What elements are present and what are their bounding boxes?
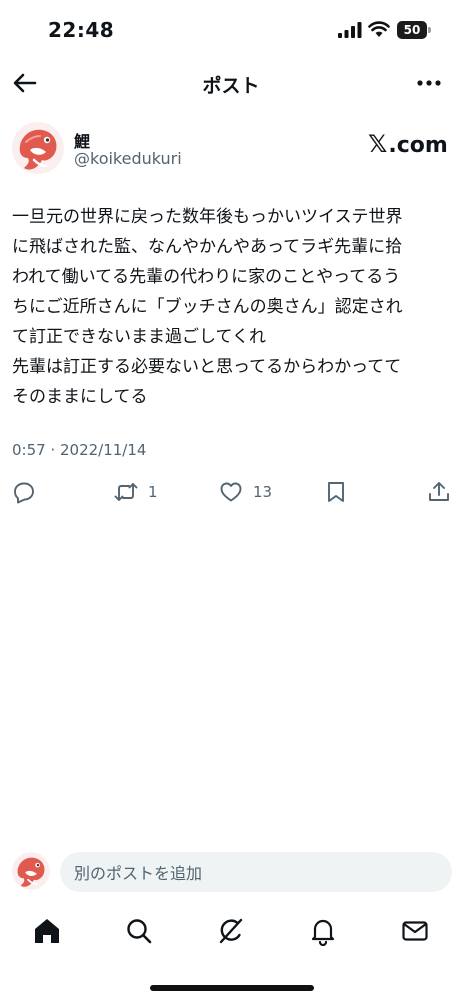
status-time: 22:48 [48, 18, 115, 42]
tab-notifications[interactable] [308, 916, 338, 947]
fish-avatar [12, 852, 50, 890]
home-icon [35, 919, 59, 943]
retweet-icon [114, 483, 138, 501]
like-button[interactable]: 13 [219, 478, 272, 506]
xcom-domain: .com [388, 133, 448, 158]
username[interactable]: @koikedukuri [74, 149, 182, 168]
more-horizontal-icon[interactable] [416, 72, 442, 94]
post-line: に飛ばされた監、なんやかんやあってラギ先輩に拾 [12, 237, 403, 257]
avatar [12, 852, 50, 890]
reply-input[interactable]: 別のポストを追加 [60, 852, 452, 892]
wifi-icon [368, 21, 390, 37]
battery-icon: 50 [397, 21, 431, 39]
home-indicator [150, 985, 314, 991]
share-icon [429, 482, 449, 501]
heart-icon [220, 482, 242, 502]
tab-messages[interactable] [400, 916, 430, 946]
reply-bar: 別のポストを追加 [0, 848, 462, 896]
action-bar: 1 13 [0, 478, 462, 508]
page-title: ポスト [202, 75, 260, 97]
post-text: 一旦元の世界に戻った数年後もっかいツイステ世界 に飛ばされた監、なんやかんやあっ… [12, 202, 452, 412]
reply-button[interactable] [12, 478, 36, 506]
bookmark-button[interactable] [324, 478, 348, 506]
tab-search[interactable] [124, 916, 154, 946]
nav-header: ポスト [0, 62, 462, 104]
messages-icon [402, 921, 428, 941]
avatar[interactable] [12, 122, 64, 174]
retweet-button[interactable]: 1 [114, 478, 158, 506]
notifications-icon [311, 919, 335, 947]
post-line: 一旦元の世界に戻った数年後もっかいツイステ世界 [12, 207, 403, 227]
signal-icon [338, 22, 362, 38]
post-line: 先輩は訂正する必要ないと思ってるからわかってて [12, 357, 402, 377]
x-logo-icon: 𝕏 [368, 130, 388, 158]
bookmark-icon [328, 482, 344, 502]
share-button[interactable] [427, 478, 451, 506]
xcom-watermark: 𝕏 .com [368, 130, 448, 158]
status-bar: 22:48 50 [0, 0, 462, 62]
tab-grok[interactable] [216, 916, 246, 946]
post-line: そのままにしてる [12, 387, 148, 407]
search-icon [127, 919, 152, 944]
post-line: ちにご近所さんに「ブッチさんの奥さん」認定され [12, 297, 403, 317]
like-count: 13 [253, 483, 273, 501]
post-line: われて働いてる先輩の代わりに家のことやってるう [12, 267, 401, 287]
post-line: て訂正できないまま過ごしてくれ [12, 327, 266, 347]
author-row: 鯉 @koikedukuri 𝕏 .com [0, 122, 462, 178]
tab-bar [0, 906, 462, 956]
grok-icon [219, 918, 243, 944]
battery-level: 50 [397, 21, 427, 39]
tab-home[interactable] [32, 916, 62, 946]
fish-avatar [12, 122, 64, 174]
retweet-count: 1 [148, 483, 158, 501]
reply-icon [14, 482, 34, 504]
post-timestamp[interactable]: 0:57 · 2022/11/14 [12, 441, 146, 459]
